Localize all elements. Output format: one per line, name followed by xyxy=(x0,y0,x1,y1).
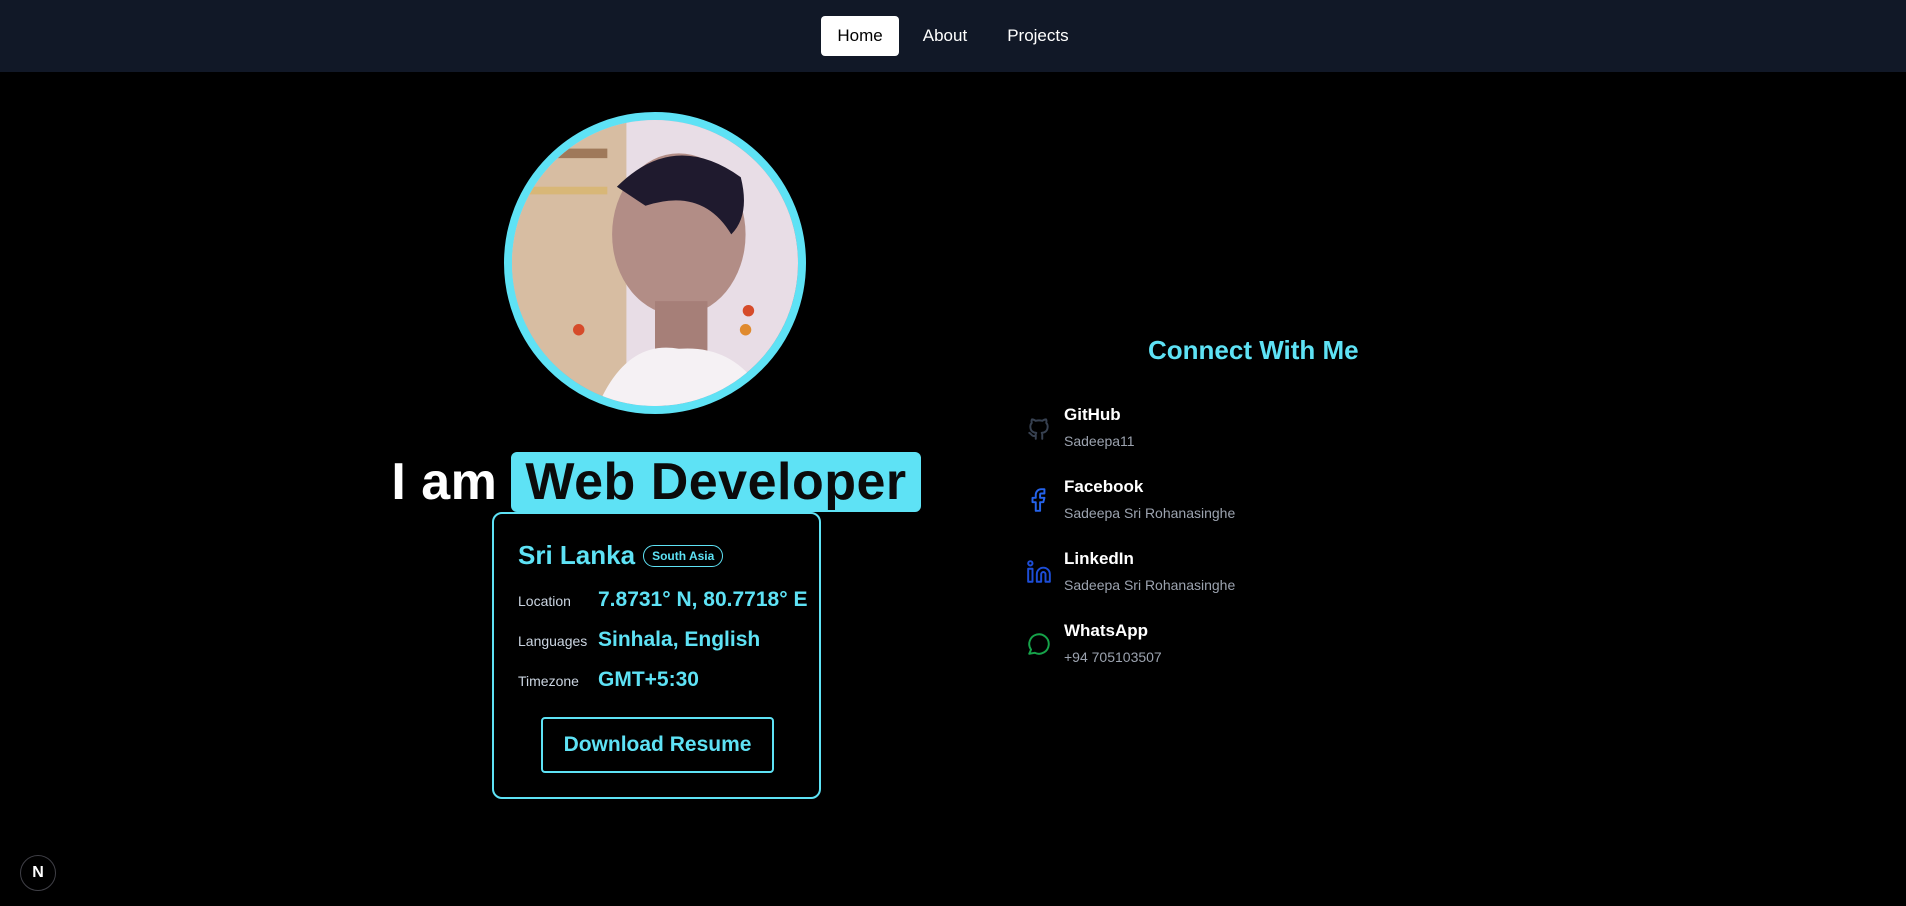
social-name: WhatsApp xyxy=(1064,621,1149,640)
whatsapp-icon xyxy=(1028,633,1050,655)
location-info-card: Sri Lanka South Asia Location 7.8731° N,… xyxy=(492,512,821,799)
connect-title: Connect With Me xyxy=(1148,335,1359,365)
nav-home-link[interactable]: Home xyxy=(821,16,899,56)
info-label: Timezone xyxy=(518,673,579,689)
social-text: LinkedIn Sadeepa Sri Rohanasinghe xyxy=(1064,549,1235,593)
nav-projects-link[interactable]: Projects xyxy=(991,16,1084,56)
info-label: Languages xyxy=(518,633,588,649)
facebook-icon xyxy=(1031,488,1046,512)
social-handle: Sadeepa Sri Rohanasinghe xyxy=(1064,577,1236,593)
profile-section: I am Web Developer Sri Lanka South Asia … xyxy=(0,72,1000,906)
linkedin-icon xyxy=(1027,560,1051,583)
social-name: Facebook xyxy=(1064,477,1144,496)
social-handle: +94 705103507 xyxy=(1064,649,1162,665)
social-text: WhatsApp +94 705103507 xyxy=(1064,621,1162,665)
social-item-facebook[interactable]: Facebook Sadeepa Sri Rohanasinghe xyxy=(1026,477,1235,549)
social-name: LinkedIn xyxy=(1064,549,1134,568)
social-links-list: GitHub Sadeepa11 Facebook Sadeepa Sri Ro… xyxy=(1026,405,1235,693)
profile-photo-icon xyxy=(512,120,798,406)
country-name: Sri Lanka xyxy=(518,540,636,570)
hero-role: Web Developer xyxy=(511,452,921,512)
social-handle: Sadeepa Sri Rohanasinghe xyxy=(1064,505,1236,521)
info-value: GMT+5:30 xyxy=(598,668,699,691)
social-handle: Sadeepa11 xyxy=(1064,433,1135,449)
info-row-languages: Languages Sinhala, English xyxy=(518,628,760,652)
region-badge: South Asia xyxy=(643,544,724,567)
top-navigation: Home About Projects xyxy=(0,0,1906,72)
avatar xyxy=(504,112,806,414)
social-name: GitHub xyxy=(1064,405,1121,424)
social-text: Facebook Sadeepa Sri Rohanasinghe xyxy=(1064,477,1235,521)
info-label: Location xyxy=(518,593,571,609)
nextjs-icon[interactable]: N xyxy=(20,855,56,891)
info-value: 7.8731° N, 80.7718° E xyxy=(598,588,808,611)
social-item-whatsapp[interactable]: WhatsApp +94 705103507 xyxy=(1026,621,1235,693)
social-item-github[interactable]: GitHub Sadeepa11 xyxy=(1026,405,1235,477)
info-value: Sinhala, English xyxy=(598,628,761,651)
social-text: GitHub Sadeepa11 xyxy=(1064,405,1135,449)
info-row-timezone: Timezone GMT+5:30 xyxy=(518,668,699,692)
github-icon xyxy=(1028,418,1049,440)
hero-prefix: I am xyxy=(391,453,498,511)
social-item-linkedin[interactable]: LinkedIn Sadeepa Sri Rohanasinghe xyxy=(1026,549,1235,621)
info-row-location: Location 7.8731° N, 80.7718° E xyxy=(518,588,807,612)
download-resume-button[interactable]: Download Resume xyxy=(541,717,774,773)
nav-about-link[interactable]: About xyxy=(907,16,983,56)
country-row: Sri Lanka South Asia xyxy=(518,540,724,571)
